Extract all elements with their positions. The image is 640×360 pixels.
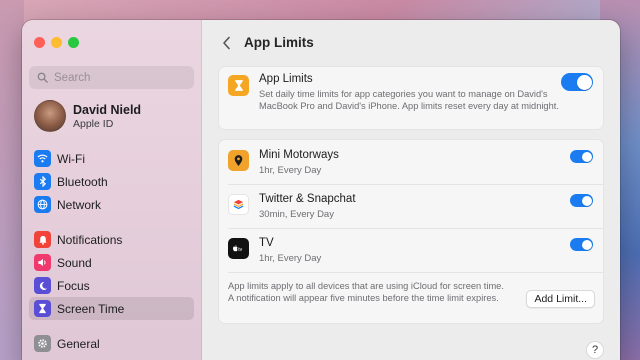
app-limit-schedule: 1hr, Every Day bbox=[259, 253, 322, 264]
back-button[interactable] bbox=[218, 34, 234, 52]
svg-text:tv: tv bbox=[238, 247, 242, 253]
list-item[interactable]: tv TV 1hr, Every Day bbox=[219, 228, 603, 272]
master-title: App Limits bbox=[259, 73, 313, 85]
list-item[interactable]: Twitter & Snapchat 30min, Every Day bbox=[219, 184, 603, 228]
list-item[interactable]: Mini Motorways 1hr, Every Day bbox=[219, 140, 603, 184]
app-limit-schedule: 1hr, Every Day bbox=[259, 165, 322, 176]
sidebar-item-sound[interactable]: Sound bbox=[29, 251, 194, 274]
sidebar-group-general: General bbox=[29, 332, 194, 355]
sidebar: Search David Nield Apple ID Wi-Fi Blueto… bbox=[22, 20, 202, 360]
speaker-icon bbox=[34, 254, 51, 271]
profile-name: David Nield bbox=[73, 102, 142, 117]
sidebar-item-bluetooth[interactable]: Bluetooth bbox=[29, 170, 194, 193]
main-panel: App Limits App Limits Set daily time lim… bbox=[202, 20, 620, 360]
close-button[interactable] bbox=[34, 37, 45, 48]
app-name: TV bbox=[259, 237, 274, 249]
sidebar-group-network: Wi-Fi Bluetooth Network bbox=[29, 147, 194, 216]
app-limits-footer-note: App limits apply to all devices that are… bbox=[228, 281, 504, 303]
search-placeholder: Search bbox=[54, 71, 91, 84]
sidebar-item-screen-time[interactable]: Screen Time bbox=[29, 297, 194, 320]
wifi-icon bbox=[34, 150, 51, 167]
app-limit-toggle[interactable] bbox=[570, 238, 593, 251]
hourglass-icon bbox=[34, 300, 51, 317]
search-input[interactable]: Search bbox=[29, 66, 194, 89]
system-settings-window: Search David Nield Apple ID Wi-Fi Blueto… bbox=[22, 20, 620, 360]
moon-icon bbox=[34, 277, 51, 294]
window-controls bbox=[34, 37, 79, 48]
sidebar-item-label: Sound bbox=[57, 255, 92, 270]
chevron-left-icon bbox=[222, 36, 230, 50]
search-icon bbox=[37, 72, 48, 83]
mini-motorways-icon bbox=[228, 150, 249, 171]
sidebar-item-label: Bluetooth bbox=[57, 174, 108, 189]
minimize-button[interactable] bbox=[51, 37, 62, 48]
add-limit-button[interactable]: Add Limit... bbox=[526, 290, 595, 308]
page-title: App Limits bbox=[244, 35, 314, 50]
sidebar-item-label: Screen Time bbox=[57, 301, 125, 316]
globe-icon bbox=[34, 196, 51, 213]
app-limit-toggle[interactable] bbox=[570, 150, 593, 163]
sidebar-item-label: Focus bbox=[57, 278, 90, 293]
app-limit-toggle[interactable] bbox=[570, 194, 593, 207]
app-limits-master-card: App Limits Set daily time limits for app… bbox=[218, 66, 604, 130]
profile-subtitle: Apple ID bbox=[73, 117, 114, 130]
app-name: Twitter & Snapchat bbox=[259, 193, 356, 205]
gear-icon bbox=[34, 335, 51, 352]
app-limit-schedule: 30min, Every Day bbox=[259, 209, 334, 220]
sidebar-item-notifications[interactable]: Notifications bbox=[29, 228, 194, 251]
sidebar-item-network[interactable]: Network bbox=[29, 193, 194, 216]
apple-tv-icon: tv bbox=[228, 238, 249, 259]
zoom-button[interactable] bbox=[68, 37, 79, 48]
screen-time-hourglass-icon bbox=[228, 75, 249, 96]
help-button[interactable]: ? bbox=[586, 341, 604, 359]
sidebar-item-label: General bbox=[57, 336, 100, 351]
app-name: Mini Motorways bbox=[259, 149, 339, 161]
sidebar-item-label: Wi-Fi bbox=[57, 151, 85, 166]
app-limits-list-card: Mini Motorways 1hr, Every Day Twitter & … bbox=[218, 139, 604, 324]
app-limits-master-toggle[interactable] bbox=[561, 73, 593, 91]
sidebar-item-label: Network bbox=[57, 197, 102, 212]
apple-id-profile[interactable]: David Nield Apple ID bbox=[34, 100, 141, 132]
master-description: Set daily time limits for app categories… bbox=[259, 89, 559, 111]
sidebar-group-notifications: Notifications Sound Focus Screen Time bbox=[29, 228, 194, 320]
bluetooth-icon bbox=[34, 173, 51, 190]
divider bbox=[228, 272, 603, 273]
desktop-wallpaper-left bbox=[0, 0, 24, 360]
sidebar-item-label: Notifications bbox=[57, 232, 123, 247]
sidebar-item-focus[interactable]: Focus bbox=[29, 274, 194, 297]
stack-icon bbox=[228, 194, 249, 215]
sidebar-item-wifi[interactable]: Wi-Fi bbox=[29, 147, 194, 170]
sidebar-item-general[interactable]: General bbox=[29, 332, 194, 355]
avatar bbox=[34, 100, 66, 132]
bell-icon bbox=[34, 231, 51, 248]
